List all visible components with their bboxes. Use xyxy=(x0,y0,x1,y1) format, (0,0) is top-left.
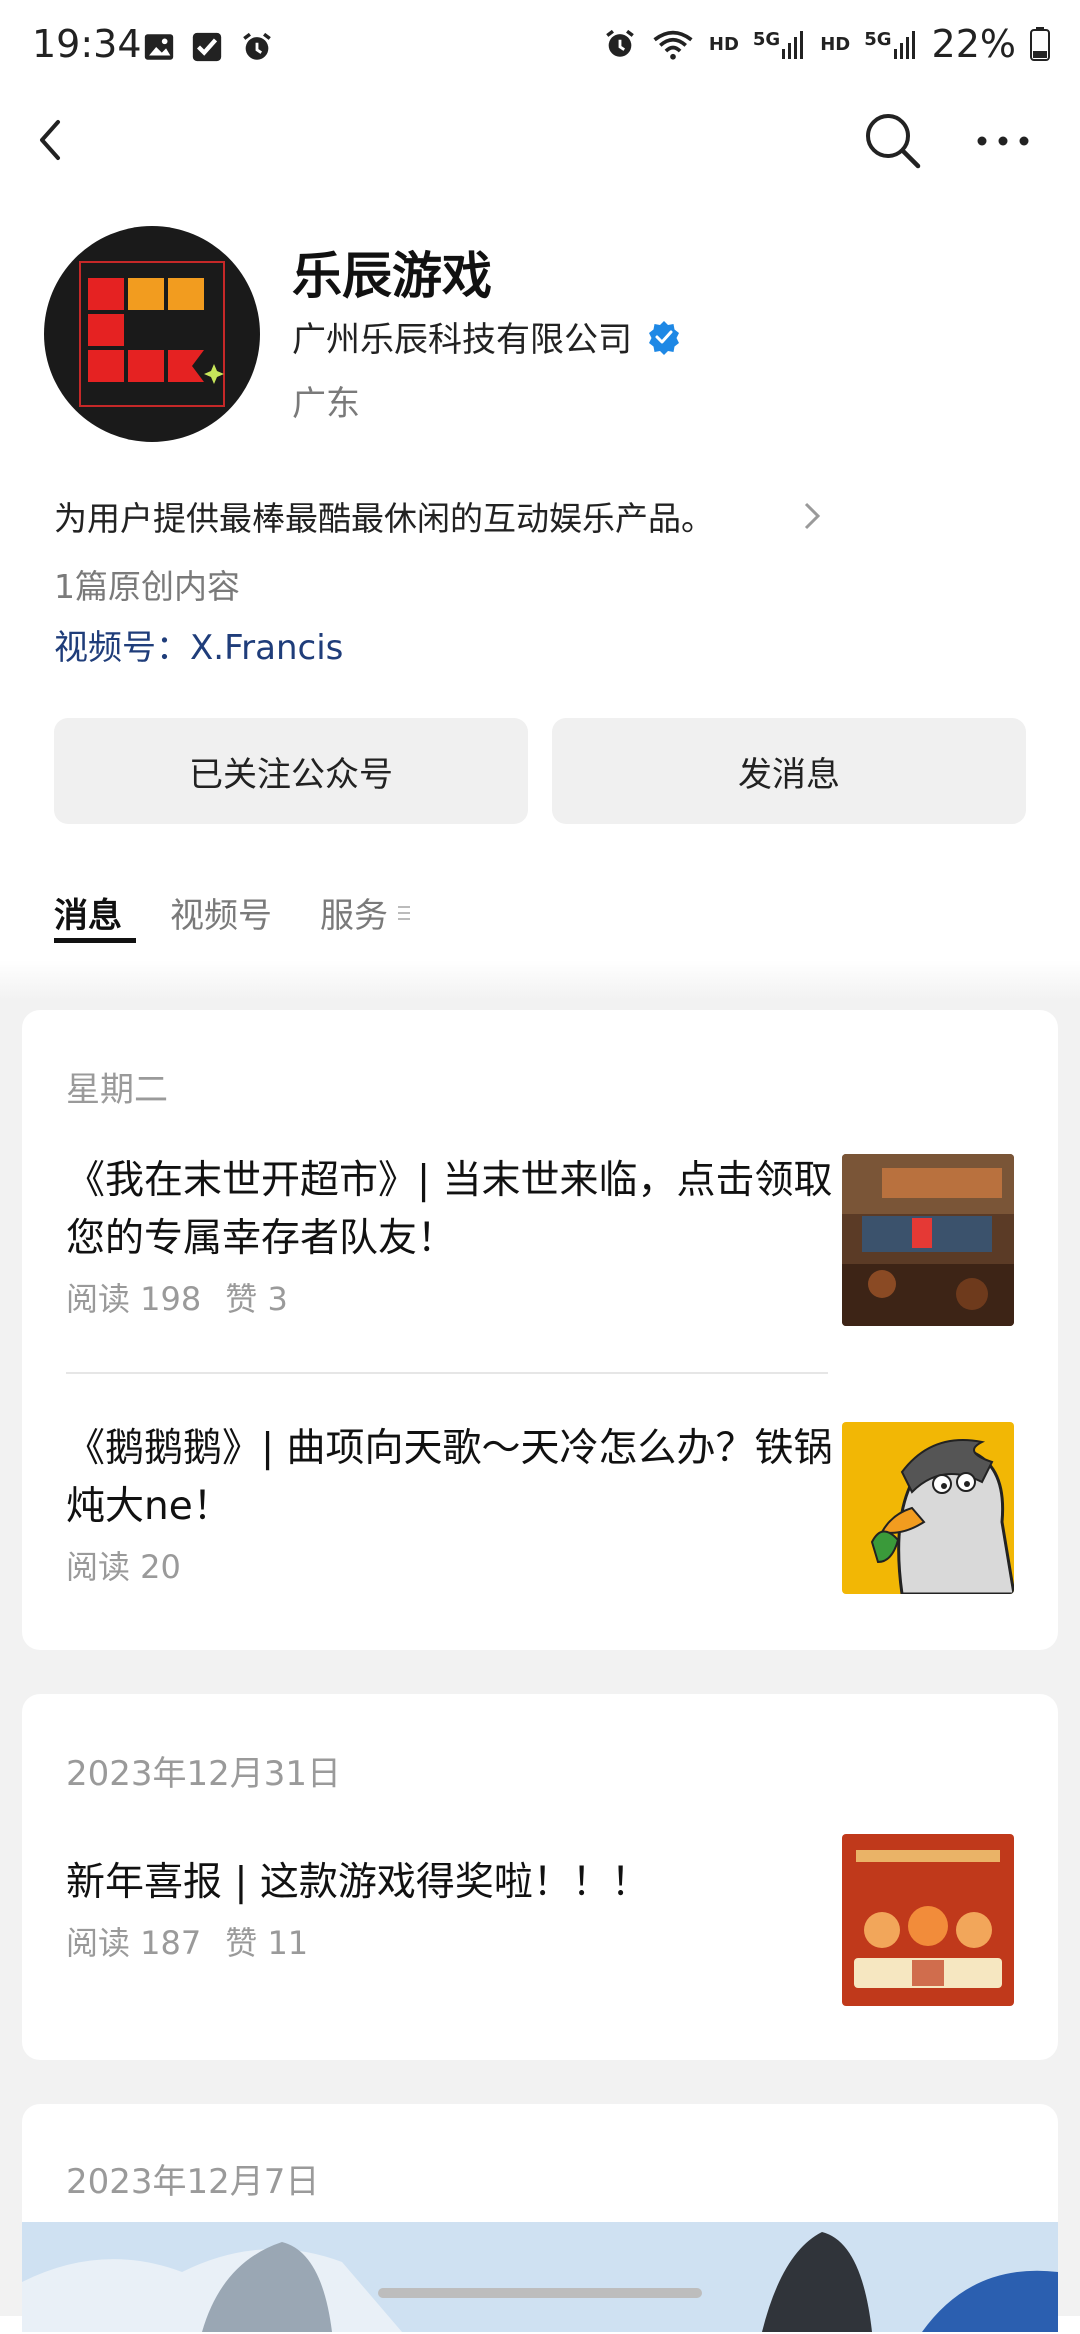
goose-image-icon xyxy=(842,1422,1014,1594)
description-row[interactable]: 为用户提供最棒最酷最休闲的互动娱乐产品。 xyxy=(54,492,824,540)
status-bar: 19:34 HD 5G HD 5G 22% xyxy=(0,0,1080,100)
tab-video-channel[interactable]: 视频号 xyxy=(170,888,272,937)
network-type: 5G xyxy=(864,29,892,50)
feed-card: 2023年12月7日 xyxy=(22,2104,1058,2334)
read-count: 阅读 198 xyxy=(66,1280,202,1318)
back-icon[interactable] xyxy=(30,110,90,170)
alarm-icon xyxy=(243,32,271,60)
divider xyxy=(66,1372,828,1374)
network-type: 5G xyxy=(752,29,781,50)
like-count: 赞 3 xyxy=(225,1280,288,1318)
read-count: 阅读 20 xyxy=(66,1548,181,1586)
avatar[interactable] xyxy=(44,226,260,442)
article-thumbnail[interactable] xyxy=(842,1834,1014,2006)
status-right: HD 5G HD 5G 22% xyxy=(603,22,1050,66)
tab-bar: 消息 视频号 服务 xyxy=(54,888,412,937)
article-title: 《我在末世开超市》| 当末世来临，点击领取您的专属幸存者队友！ xyxy=(66,1158,833,1261)
checkbox-icon xyxy=(192,32,222,62)
region: 广东 xyxy=(292,384,360,424)
feed-card: 星期二 《我在末世开超市》| 当末世来临，点击领取您的专属幸存者队友！ 阅读 1… xyxy=(22,1010,1058,1650)
signal-2: 5G xyxy=(864,29,917,59)
tab-messages[interactable]: 消息 xyxy=(54,888,122,937)
article-item[interactable]: 新年喜报 | 这款游戏得奖啦！！！ 阅读 187 赞 11 xyxy=(66,1854,836,1964)
article-meta: 阅读 20 xyxy=(66,1542,836,1588)
verified-badge-icon xyxy=(649,320,679,355)
signal-icon xyxy=(782,31,804,59)
menu-icon xyxy=(398,905,410,920)
search-icon[interactable] xyxy=(860,108,926,174)
tab-services-label: 服务 xyxy=(320,896,388,936)
followed-button[interactable]: 已关注公众号 xyxy=(54,718,528,824)
chevron-right-icon xyxy=(804,502,821,530)
hd-indicator: HD xyxy=(708,33,739,55)
like-count: 赞 11 xyxy=(225,1924,309,1962)
supermarket-image-icon xyxy=(842,1154,1014,1326)
account-name: 乐辰游戏 xyxy=(292,247,492,305)
game-logo-icon xyxy=(79,261,225,407)
wifi-icon xyxy=(653,30,693,60)
article-item[interactable]: 《鹅鹅鹅》| 曲项向天歌～天冷怎么办？铁锅炖大ne！ 阅读 20 xyxy=(66,1420,836,1588)
signal-icon xyxy=(893,31,915,59)
battery-icon xyxy=(1030,27,1050,61)
tab-services[interactable]: 服务 xyxy=(320,888,412,937)
more-icon[interactable] xyxy=(970,108,1036,174)
read-count: 阅读 187 xyxy=(66,1924,202,1962)
new-year-image-icon xyxy=(842,1834,1014,2006)
article-thumbnail[interactable] xyxy=(842,1154,1014,1326)
article-meta: 阅读 198 赞 3 xyxy=(66,1274,836,1320)
company-row[interactable]: 广州乐辰科技有限公司 xyxy=(292,312,682,361)
card-date: 2023年12月31日 xyxy=(66,1754,342,1794)
battery-percent: 22% xyxy=(931,22,1016,66)
tab-indicator xyxy=(54,938,136,943)
company-name: 广州乐辰科技有限公司 xyxy=(292,320,632,360)
article-item[interactable]: 《我在末世开超市》| 当末世来临，点击领取您的专属幸存者队友！ 阅读 198 赞… xyxy=(66,1152,836,1320)
card-date: 星期二 xyxy=(66,1070,168,1110)
home-indicator[interactable] xyxy=(378,2288,702,2298)
article-title: 《鹅鹅鹅》| 曲项向天歌～天冷怎么办？铁锅炖大ne！ xyxy=(66,1426,833,1529)
article-thumbnail[interactable] xyxy=(842,1422,1014,1594)
video-channel-link[interactable]: 视频号：X.Francis xyxy=(54,620,343,669)
article-title: 新年喜报 | 这款游戏得奖啦！！！ xyxy=(66,1860,650,1905)
send-message-button[interactable]: 发消息 xyxy=(552,718,1026,824)
feed-card: 2023年12月31日 新年喜报 | 这款游戏得奖啦！！！ 阅读 187 赞 1… xyxy=(22,1694,1058,2060)
original-count: 1篇原创内容 xyxy=(54,567,240,606)
alarm-icon xyxy=(606,29,634,57)
gallery-icon xyxy=(144,34,174,60)
card-date: 2023年12月7日 xyxy=(66,2162,320,2202)
signal-1: 5G xyxy=(753,29,806,59)
description: 为用户提供最棒最酷最休闲的互动娱乐产品。 xyxy=(54,499,714,538)
status-time: 19:34 xyxy=(32,22,142,66)
article-meta: 阅读 187 赞 11 xyxy=(66,1918,836,1964)
hd-indicator: HD xyxy=(820,33,851,55)
